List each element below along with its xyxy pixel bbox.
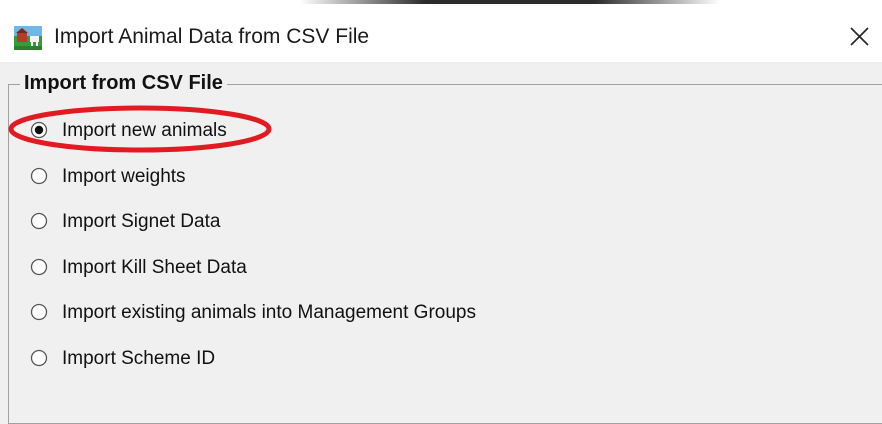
radio-option-label: Import existing animals into Management … xyxy=(62,302,476,323)
radio-unselected-icon[interactable] xyxy=(30,303,48,321)
radio-option-label: Import Scheme ID xyxy=(62,348,216,369)
title-bar: Import Animal Data from CSV File xyxy=(0,0,882,62)
import-dialog: Import Animal Data from CSV File Import … xyxy=(0,0,882,424)
radio-unselected-icon[interactable] xyxy=(30,167,48,185)
groupbox-legend: Import from CSV File xyxy=(20,72,227,95)
radio-option-label: Import Signet Data xyxy=(62,211,221,232)
farm-app-icon xyxy=(14,26,42,50)
close-icon[interactable] xyxy=(844,20,874,52)
red-highlight-ellipse xyxy=(8,105,272,153)
radio-unselected-icon[interactable] xyxy=(30,212,48,230)
radio-unselected-icon[interactable] xyxy=(30,258,48,276)
title-bar-top-shadow xyxy=(300,0,720,4)
radio-option-label: Import weights xyxy=(62,166,186,187)
radio-unselected-icon[interactable] xyxy=(30,349,48,367)
radio-option-label: Import Kill Sheet Data xyxy=(62,257,247,278)
window-title: Import Animal Data from CSV File xyxy=(54,25,370,48)
